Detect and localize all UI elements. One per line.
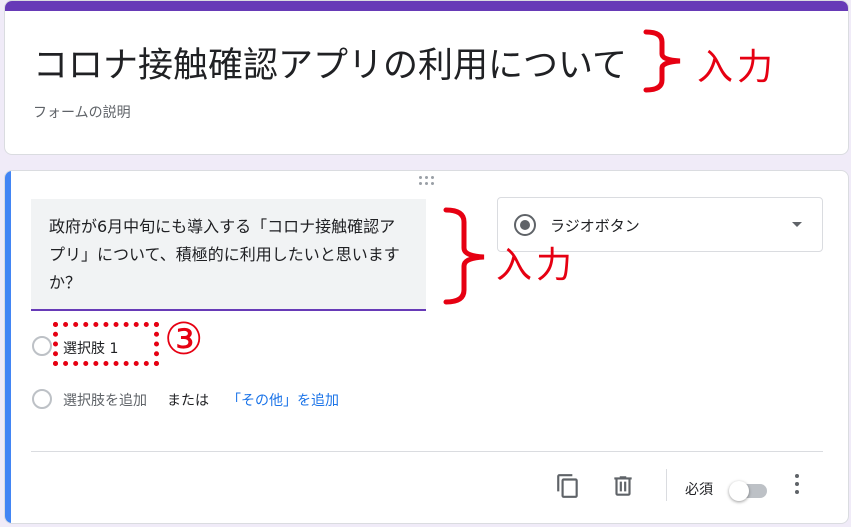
question-brace-annotation [443, 207, 485, 305]
question-title-input[interactable]: 政府が6月中旬にも導入する「コロナ接触確認アプリ」について、積極的に利用したいと… [31, 199, 426, 311]
question-type-label: ラジオボタン [550, 217, 640, 235]
option-radio-icon [32, 336, 52, 356]
theme-color-bar [5, 1, 848, 11]
radio-button-icon [514, 214, 536, 236]
add-other-option-button[interactable]: 「その他」を追加 [227, 390, 339, 410]
delete-icon[interactable] [610, 473, 636, 499]
form-description-input[interactable]: フォームの説明 [33, 102, 131, 122]
option-highlight-annotation [53, 322, 159, 366]
form-title-input[interactable]: コロナ接触確認アプリの利用について [33, 37, 627, 88]
add-option-input[interactable]: 選択肢を追加 [63, 390, 147, 410]
dropdown-arrow-icon [792, 222, 802, 227]
add-option-radio-icon [32, 389, 52, 409]
title-brace-annotation [643, 29, 681, 93]
or-text: または [167, 393, 209, 409]
question-input-annotation: 入力 [496, 245, 577, 286]
duplicate-icon[interactable] [555, 473, 581, 499]
title-input-annotation: 入力 [697, 47, 778, 88]
toggle-knob [729, 481, 749, 501]
required-toggle[interactable] [729, 480, 771, 502]
required-label: 必須 [685, 482, 713, 498]
footer-divider [31, 451, 823, 452]
step-number-annotation: ③ [164, 314, 204, 365]
footer-separator [666, 469, 667, 501]
more-options-icon[interactable] [793, 473, 801, 495]
drag-handle-icon[interactable] [419, 176, 437, 186]
active-question-indicator [5, 171, 11, 523]
